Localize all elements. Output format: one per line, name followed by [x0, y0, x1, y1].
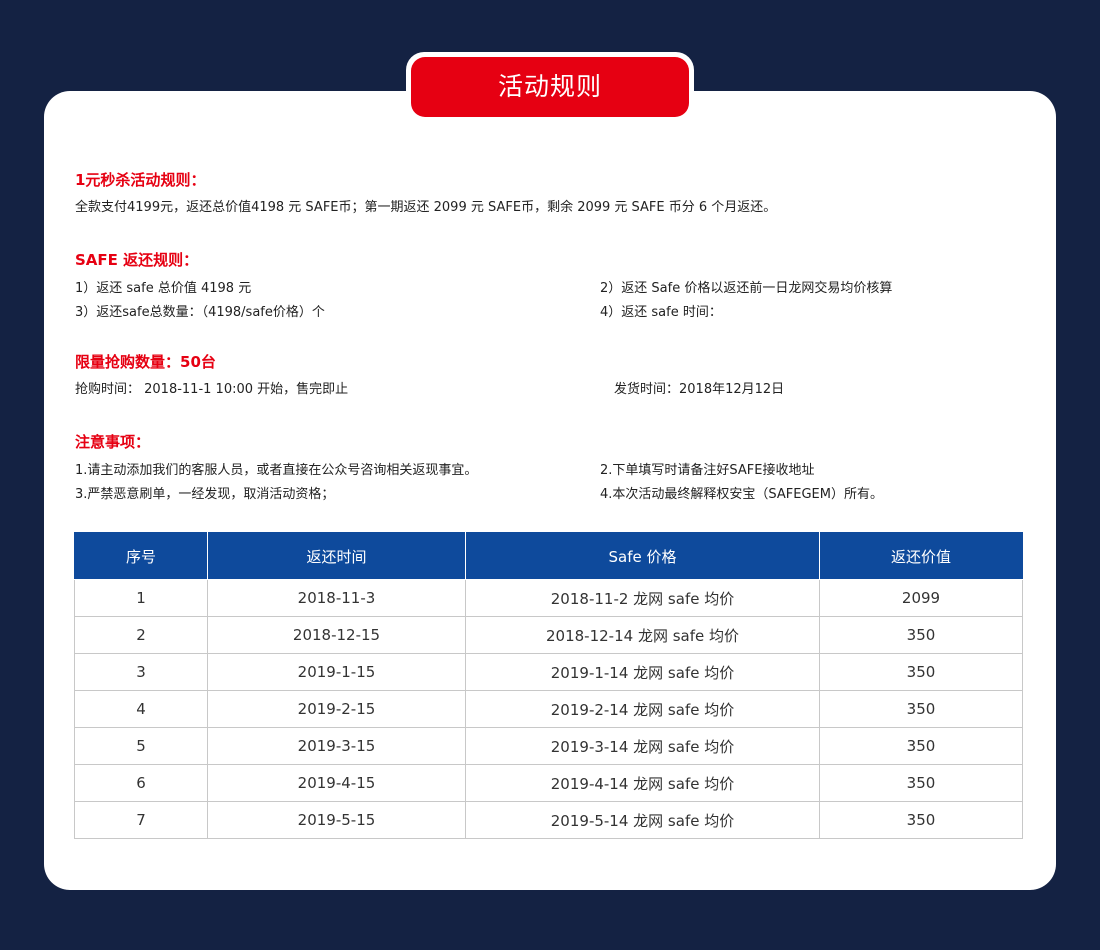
ship-time: 发货时间：2018年12月12日	[614, 382, 785, 397]
table-row: 4 2019-2-15 2019-2-14 龙网 safe 均价 350	[74, 690, 1023, 728]
table-row: 7 2019-5-15 2019-5-14 龙网 safe 均价 350	[74, 801, 1023, 839]
cell-safe-price: 2019-1-14 龙网 safe 均价	[465, 653, 820, 691]
cell-refund-time: 2019-2-15	[207, 690, 466, 728]
table-row: 3 2019-1-15 2019-1-14 龙网 safe 均价 350	[74, 653, 1023, 691]
buy-time: 抢购时间： 2018-11-1 10:00 开始，售完即止	[75, 382, 349, 397]
cell-safe-price: 2019-5-14 龙网 safe 均价	[465, 801, 820, 839]
cell-index: 7	[74, 801, 208, 839]
cell-refund-value: 350	[819, 727, 1023, 765]
table-row: 1 2018-11-3 2018-11-2 龙网 safe 均价 2099	[74, 579, 1023, 617]
cell-refund-value: 350	[819, 764, 1023, 802]
flash-sale-desc: 全款支付4199元，返还总价值4198 元 SAFE币；第一期返还 2099 元…	[75, 200, 777, 215]
cell-refund-time: 2019-3-15	[207, 727, 466, 765]
cell-refund-value: 350	[819, 690, 1023, 728]
table-row: 5 2019-3-15 2019-3-14 龙网 safe 均价 350	[74, 727, 1023, 765]
refund-schedule-table: 序号 返还时间 Safe 价格 返还价值 1 2018-11-3 2018-11…	[74, 532, 1023, 839]
note-1: 1.请主动添加我们的客服人员，或者直接在公众号咨询相关返现事宜。	[75, 463, 478, 478]
table-header-row: 序号 返还时间 Safe 价格 返还价值	[74, 532, 1023, 580]
note-3: 3.严禁恶意刷单，一经发现，取消活动资格；	[75, 487, 335, 502]
cell-refund-value: 350	[819, 801, 1023, 839]
limit-title: 限量抢购数量：50台	[75, 353, 216, 371]
table-row: 2 2018-12-15 2018-12-14 龙网 safe 均价 350	[74, 616, 1023, 654]
note-2: 2.下单填写时请备注好SAFE接收地址	[600, 463, 815, 478]
cell-refund-value: 2099	[819, 579, 1023, 617]
safe-rule-4: 4）返还 safe 时间：	[600, 305, 722, 320]
cell-refund-time: 2019-5-15	[207, 801, 466, 839]
header-index: 序号	[74, 532, 208, 580]
cell-safe-price: 2019-4-14 龙网 safe 均价	[465, 764, 820, 802]
cell-index: 6	[74, 764, 208, 802]
cell-refund-value: 350	[819, 653, 1023, 691]
header-refund-value: 返还价值	[819, 532, 1023, 580]
cell-safe-price: 2019-2-14 龙网 safe 均价	[465, 690, 820, 728]
safe-rule-3: 3）返还safe总数量：（4198/safe价格）个	[75, 305, 325, 320]
cell-index: 3	[74, 653, 208, 691]
cell-safe-price: 2018-11-2 龙网 safe 均价	[465, 579, 820, 617]
safe-rule-1: 1）返还 safe 总价值 4198 元	[75, 281, 252, 296]
cell-refund-time: 2018-11-3	[207, 579, 466, 617]
cell-index: 4	[74, 690, 208, 728]
notes-title: 注意事项：	[75, 433, 151, 451]
cell-refund-value: 350	[819, 616, 1023, 654]
cell-index: 2	[74, 616, 208, 654]
cell-index: 1	[74, 579, 208, 617]
cell-refund-time: 2019-4-15	[207, 764, 466, 802]
flash-sale-title: 1元秒杀活动规则：	[75, 171, 206, 189]
header-refund-time: 返还时间	[207, 532, 466, 580]
cell-refund-time: 2018-12-15	[207, 616, 466, 654]
page-title: 活动规则	[411, 57, 689, 117]
cell-safe-price: 2018-12-14 龙网 safe 均价	[465, 616, 820, 654]
title-tab: 活动规则	[406, 52, 694, 122]
safe-rule-2: 2）返还 Safe 价格以返还前一日龙网交易均价核算	[600, 281, 893, 296]
table-row: 6 2019-4-15 2019-4-14 龙网 safe 均价 350	[74, 764, 1023, 802]
note-4: 4.本次活动最终解释权安宝（SAFEGEM）所有。	[600, 487, 883, 502]
cell-safe-price: 2019-3-14 龙网 safe 均价	[465, 727, 820, 765]
cell-index: 5	[74, 727, 208, 765]
header-safe-price: Safe 价格	[465, 532, 820, 580]
cell-refund-time: 2019-1-15	[207, 653, 466, 691]
safe-rules-title: SAFE 返还规则：	[75, 251, 199, 269]
